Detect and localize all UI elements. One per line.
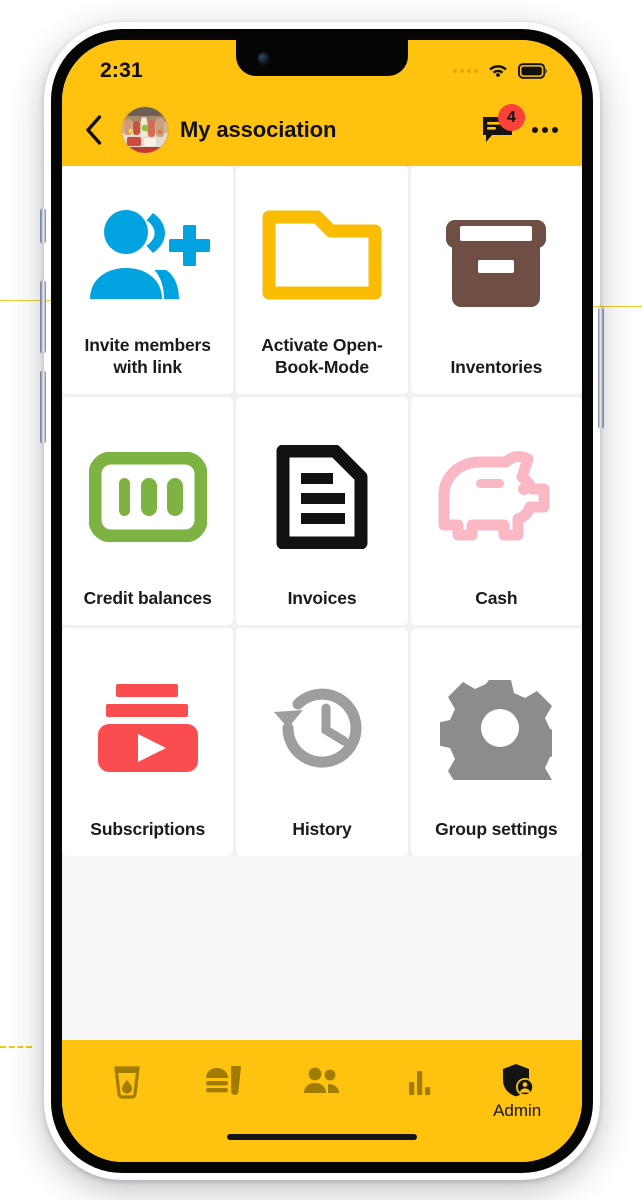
page-title: My association — [180, 117, 337, 142]
nav-item-food[interactable] — [179, 1062, 269, 1103]
front-camera-icon — [258, 53, 269, 64]
power-button[interactable] — [598, 307, 604, 429]
tile-invoices[interactable]: Invoices — [236, 397, 408, 625]
group-photo-avatar — [122, 107, 168, 153]
open-folder-icon — [262, 210, 382, 300]
overflow-menu-button[interactable] — [528, 110, 562, 150]
person-add-icon — [89, 209, 210, 299]
chevron-left-icon — [85, 115, 101, 145]
status-indicators — [453, 63, 548, 79]
food-burger-icon — [206, 1066, 242, 1095]
bg-dashed-line-left — [0, 1046, 32, 1048]
more-horizontal-icon — [532, 127, 538, 133]
empty-content-area — [62, 856, 582, 1040]
signal-dots-icon — [453, 69, 478, 73]
tile-inventories[interactable]: Inventories — [410, 166, 582, 394]
invoice-document-icon — [276, 444, 368, 549]
wifi-icon — [489, 65, 507, 77]
volume-down-button[interactable] — [40, 370, 46, 444]
silence-switch[interactable] — [40, 208, 46, 244]
chat-unread-badge: 4 — [498, 104, 525, 131]
shortcut-grid: Invite members with link Activate Open-B… — [62, 166, 582, 856]
tile-credit-balances[interactable]: Credit balances — [62, 397, 234, 625]
phone-device-frame: 2:31 My association 4 Invite members wit… — [40, 22, 604, 1180]
nav-item-admin[interactable]: Admin — [472, 1062, 562, 1121]
tile-subscriptions[interactable]: Subscriptions — [62, 628, 234, 856]
tile-invite-members[interactable]: Invite members with link — [62, 166, 234, 394]
tile-group-settings[interactable]: Group settings — [410, 628, 582, 856]
inventory-box-icon — [446, 219, 547, 307]
tile-label: Credit balances — [83, 587, 212, 608]
volume-up-button[interactable] — [40, 280, 46, 354]
tile-label: Invite members with link — [84, 334, 211, 377]
status-clock: 2:31 — [100, 59, 143, 82]
bar-chart-icon — [408, 1071, 430, 1095]
subscriptions-play-icon — [97, 683, 198, 772]
admin-shield-icon — [503, 1064, 535, 1097]
tile-label: History — [292, 818, 352, 839]
nav-label: Admin — [493, 1101, 542, 1120]
battery-full-icon — [518, 63, 547, 79]
banknote-100-icon — [88, 451, 207, 542]
people-icon — [303, 1067, 339, 1093]
gear-icon — [440, 679, 553, 780]
shortcut-grid-area: Invite members with link Activate Open-B… — [62, 166, 582, 856]
tile-cash[interactable]: Cash — [410, 397, 582, 625]
tile-label: Invoices — [287, 587, 357, 608]
tile-history[interactable]: History — [236, 628, 408, 856]
avatar[interactable] — [122, 107, 168, 153]
notch — [236, 40, 408, 76]
home-indicator[interactable] — [227, 1134, 417, 1140]
nav-item-members[interactable] — [277, 1062, 367, 1103]
tile-label: Group settings — [435, 818, 558, 839]
phone-bezel: 2:31 My association 4 Invite members wit… — [51, 29, 593, 1173]
phone-screen: 2:31 My association 4 Invite members wit… — [62, 40, 582, 1162]
tile-label: Activate Open-Book-Mode — [261, 334, 383, 377]
tile-open-book-mode[interactable]: Activate Open-Book-Mode — [236, 166, 408, 394]
chat-button[interactable]: 4 — [478, 104, 525, 150]
back-button[interactable] — [76, 110, 110, 150]
tile-label: Inventories — [450, 356, 543, 377]
history-clock-icon — [273, 688, 362, 768]
nav-item-statistics[interactable] — [375, 1062, 465, 1103]
app-bar: My association 4 — [62, 94, 582, 166]
tile-label: Cash — [475, 587, 518, 608]
nav-item-drinks[interactable] — [82, 1062, 172, 1103]
bottom-navigation: Admin — [62, 1040, 582, 1162]
tile-label: Subscriptions — [90, 818, 206, 839]
piggy-bank-icon — [438, 451, 550, 541]
drink-glass-icon — [114, 1066, 140, 1099]
